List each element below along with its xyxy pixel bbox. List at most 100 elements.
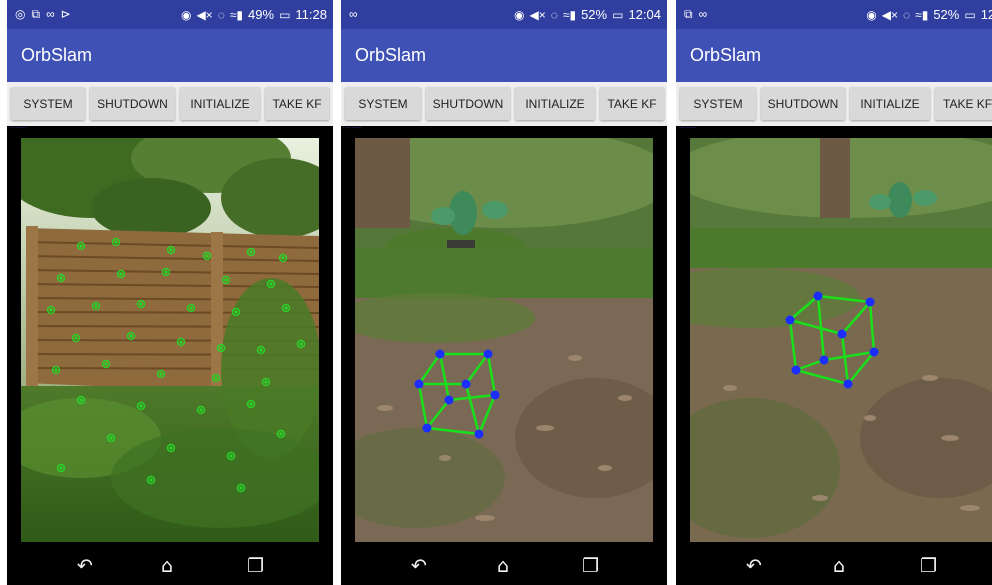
feature-point-dot [169, 446, 173, 450]
home-icon[interactable]: ⌂ [161, 556, 173, 576]
feature-point-dot [159, 372, 163, 376]
system-nav-bar: ↶ ⌂ ❐ [341, 549, 667, 585]
voicemail-icon: ∞ [46, 7, 55, 21]
status-bar: ◎ ⧉ ∞ ⊳ ◉ ◀× ◌ ≈▮ 49% ▭ 11:28 [7, 0, 333, 29]
camera-view[interactable]: ··········· [341, 125, 667, 549]
feature-point-dot [59, 276, 63, 280]
feature-point-dot [139, 302, 143, 306]
tracking-state-label: ··········· [343, 125, 362, 131]
battery-icon: ▭ [612, 7, 624, 22]
system-nav-bar: ↶ ⌂ ❐ [676, 549, 992, 585]
battery-percentage: 52% [933, 7, 960, 22]
location-on-icon: ◉ [514, 7, 525, 22]
feature-point-dot [54, 368, 58, 372]
feature-point-dot [205, 254, 209, 258]
ar-cube-vertex [444, 395, 454, 405]
signal-icon: ≈▮ [229, 7, 244, 22]
camera-frame [21, 138, 319, 542]
recents-icon[interactable]: ❐ [920, 556, 937, 576]
ar-cube-vertex [490, 390, 500, 400]
camera-frame [690, 138, 992, 542]
recents-icon[interactable]: ❐ [582, 556, 599, 576]
feature-point-dot [214, 376, 218, 380]
battery-icon: ▭ [964, 7, 976, 22]
fence-scene [21, 138, 319, 542]
button-row: SYSTEM SHUTDOWN INITIALIZE TAKE KF [341, 82, 667, 126]
feature-point-dot [281, 256, 285, 260]
clock: 12:04 [628, 7, 661, 22]
feature-point-dot [179, 340, 183, 344]
mute-icon: ◀× [881, 7, 898, 22]
button-row: SYSTEM SHUTDOWN INITIALIZE TAKE KF [7, 82, 333, 126]
voicemail-icon: ∞ [698, 7, 708, 21]
take-kf-button[interactable]: TAKE KF [600, 87, 664, 120]
app-bar: OrbSlam [341, 29, 667, 82]
phone-screen-1: ◎ ⧉ ∞ ⊳ ◉ ◀× ◌ ≈▮ 49% ▭ 11:28 OrbSlam SY… [7, 0, 333, 585]
system-button[interactable]: SYSTEM [345, 87, 421, 120]
app-title: OrbSlam [21, 45, 93, 65]
ar-cube-vertex [785, 315, 795, 325]
tracking-state-label: ··········· [678, 125, 697, 131]
feature-point-dot [189, 306, 193, 310]
feature-point-dot [114, 240, 118, 244]
tracking-state-label: ··········· [9, 125, 28, 131]
feature-point-dot [234, 310, 238, 314]
initialize-button[interactable]: INITIALIZE [515, 87, 595, 120]
initialize-button[interactable]: INITIALIZE [850, 87, 930, 120]
feature-point-dot [149, 478, 153, 482]
back-icon[interactable]: ↶ [77, 556, 93, 576]
feature-point-dot [169, 248, 173, 252]
battery-percentage: 49% [248, 7, 275, 22]
alarm-icon: ◌ [902, 7, 911, 22]
system-button[interactable]: SYSTEM [680, 87, 756, 120]
shutdown-button[interactable]: SHUTDOWN [426, 87, 510, 120]
camera-view[interactable]: ··········· [676, 125, 992, 549]
phone-screen-3: ⧉ ∞ ◉ ◀× ◌ ≈▮ 52% ▭ 12:0 OrbSlam SYSTEM … [676, 0, 992, 585]
home-icon[interactable]: ⌂ [833, 556, 845, 576]
app-title: OrbSlam [690, 45, 762, 65]
signal-icon: ≈▮ [562, 7, 577, 22]
ar-cube-vertex [837, 329, 847, 339]
home-icon[interactable]: ⌂ [497, 556, 509, 576]
button-row: SYSTEM SHUTDOWN INITIALIZE TAKE KF [676, 82, 992, 126]
ar-cube-vertex [819, 355, 829, 365]
take-kf-button[interactable]: TAKE KF [265, 87, 329, 120]
play-store-icon: ⊳ [60, 7, 71, 21]
ar-cube-vertex [791, 365, 801, 375]
ar-cube-vertex [483, 349, 493, 359]
feature-point-dot [269, 282, 273, 286]
feature-point-dot [139, 404, 143, 408]
gallery-notification-icon: ⧉ [31, 7, 41, 21]
mute-icon: ◀× [529, 7, 546, 22]
feature-point-dot [74, 336, 78, 340]
alarm-icon: ◌ [550, 7, 558, 22]
feature-point-dot [284, 306, 288, 310]
feature-point-dot [219, 346, 223, 350]
clock: 11:28 [295, 7, 327, 22]
back-icon[interactable]: ↶ [411, 556, 427, 576]
garden-scene [355, 138, 653, 542]
ar-cube-vertex [813, 291, 823, 301]
shutdown-button[interactable]: SHUTDOWN [90, 87, 175, 120]
system-nav-bar: ↶ ⌂ ❐ [7, 549, 333, 585]
system-button[interactable]: SYSTEM [11, 87, 85, 120]
feature-point-dot [299, 342, 303, 346]
feature-point-dot [119, 272, 123, 276]
ar-cube-vertex [461, 379, 471, 389]
status-bar: ∞ ◉ ◀× ◌ ≈▮ 52% ▭ 12:04 [341, 0, 667, 29]
phone-screen-2: ∞ ◉ ◀× ◌ ≈▮ 52% ▭ 12:04 OrbSlam SYSTEM S… [341, 0, 667, 585]
ar-cube-vertex [474, 429, 484, 439]
feature-point-dot [229, 454, 233, 458]
battery-percentage: 52% [581, 7, 608, 22]
clock: 12:0 [980, 7, 992, 22]
gallery-notification-icon: ⧉ [684, 7, 693, 21]
shutdown-button[interactable]: SHUTDOWN [761, 87, 845, 120]
garden-scene [690, 138, 992, 542]
camera-view[interactable]: ··········· [7, 125, 333, 549]
take-kf-button[interactable]: TAKE KF [935, 87, 992, 120]
feature-point-dot [224, 278, 228, 282]
initialize-button[interactable]: INITIALIZE [180, 87, 260, 120]
feature-point-dot [79, 244, 83, 248]
recents-icon[interactable]: ❐ [247, 556, 264, 576]
back-icon[interactable]: ↶ [746, 556, 762, 576]
